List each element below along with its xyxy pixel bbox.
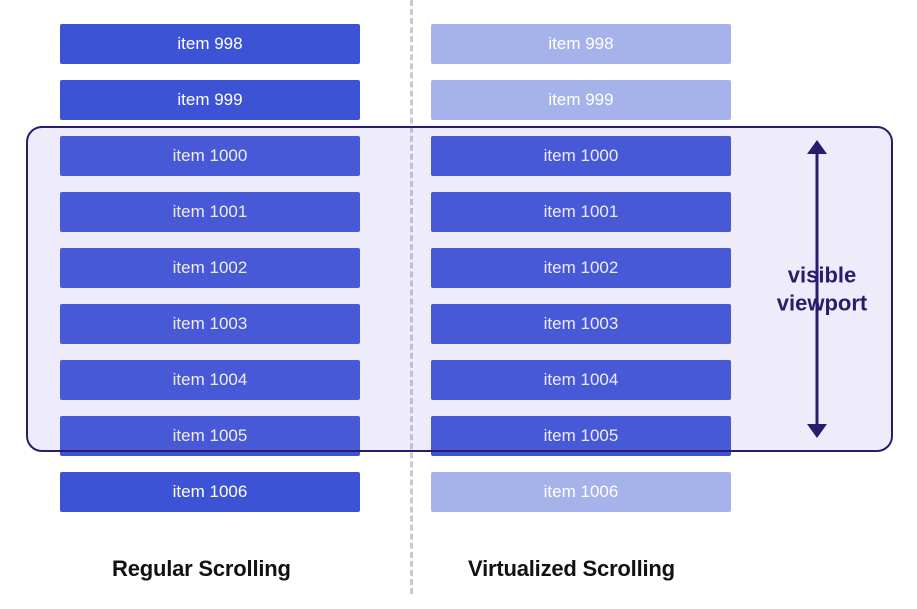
list-item: item 1001 <box>431 192 731 232</box>
list-item-label: item 1006 <box>173 482 248 502</box>
column-divider <box>410 0 413 594</box>
list-item: item 998 <box>431 24 731 64</box>
list-item-label: item 1000 <box>544 146 619 166</box>
viewport-label-line: visible <box>788 263 856 288</box>
list-item-label: item 1003 <box>173 314 248 334</box>
viewport-label: visible viewport <box>769 262 875 317</box>
list-item: item 999 <box>431 80 731 120</box>
list-item-label: item 1004 <box>173 370 248 390</box>
list-item-label: item 1006 <box>544 482 619 502</box>
list-item-label: item 1000 <box>173 146 248 166</box>
list-item-label: item 1001 <box>173 202 248 222</box>
list-item: item 1001 <box>60 192 360 232</box>
regular-scrolling-caption: Regular Scrolling <box>112 556 291 582</box>
list-item-label: item 1005 <box>173 426 248 446</box>
list-item: item 998 <box>60 24 360 64</box>
list-item: item 1004 <box>431 360 731 400</box>
list-item: item 1004 <box>60 360 360 400</box>
list-item: item 1006 <box>431 472 731 512</box>
list-item: item 1005 <box>60 416 360 456</box>
arrow-down-icon <box>807 424 827 438</box>
virtualized-scrolling-caption: Virtualized Scrolling <box>468 556 675 582</box>
viewport-label-line: viewport <box>777 290 867 315</box>
regular-scrolling-column: item 998 item 999 item 1000 item 1001 it… <box>60 24 360 512</box>
list-item-label: item 999 <box>548 90 613 110</box>
list-item: item 1006 <box>60 472 360 512</box>
arrow-up-icon <box>807 140 827 154</box>
list-item: item 1003 <box>60 304 360 344</box>
virtualized-scrolling-column: item 998 item 999 item 1000 item 1001 it… <box>431 24 731 512</box>
list-item-label: item 998 <box>177 34 242 54</box>
list-item-label: item 1004 <box>544 370 619 390</box>
list-item: item 1005 <box>431 416 731 456</box>
list-item: item 1000 <box>60 136 360 176</box>
list-item: item 1000 <box>431 136 731 176</box>
list-item-label: item 1001 <box>544 202 619 222</box>
viewport-extent-arrow <box>807 140 827 438</box>
list-item-label: item 1002 <box>544 258 619 278</box>
list-item: item 1002 <box>431 248 731 288</box>
list-item-label: item 999 <box>177 90 242 110</box>
list-item: item 1003 <box>431 304 731 344</box>
diagram-stage: item 998 item 999 item 1000 item 1001 it… <box>0 0 917 609</box>
list-item: item 1002 <box>60 248 360 288</box>
list-item: item 999 <box>60 80 360 120</box>
list-item-label: item 998 <box>548 34 613 54</box>
list-item-label: item 1005 <box>544 426 619 446</box>
arrow-shaft <box>816 150 819 428</box>
list-item-label: item 1002 <box>173 258 248 278</box>
list-item-label: item 1003 <box>544 314 619 334</box>
